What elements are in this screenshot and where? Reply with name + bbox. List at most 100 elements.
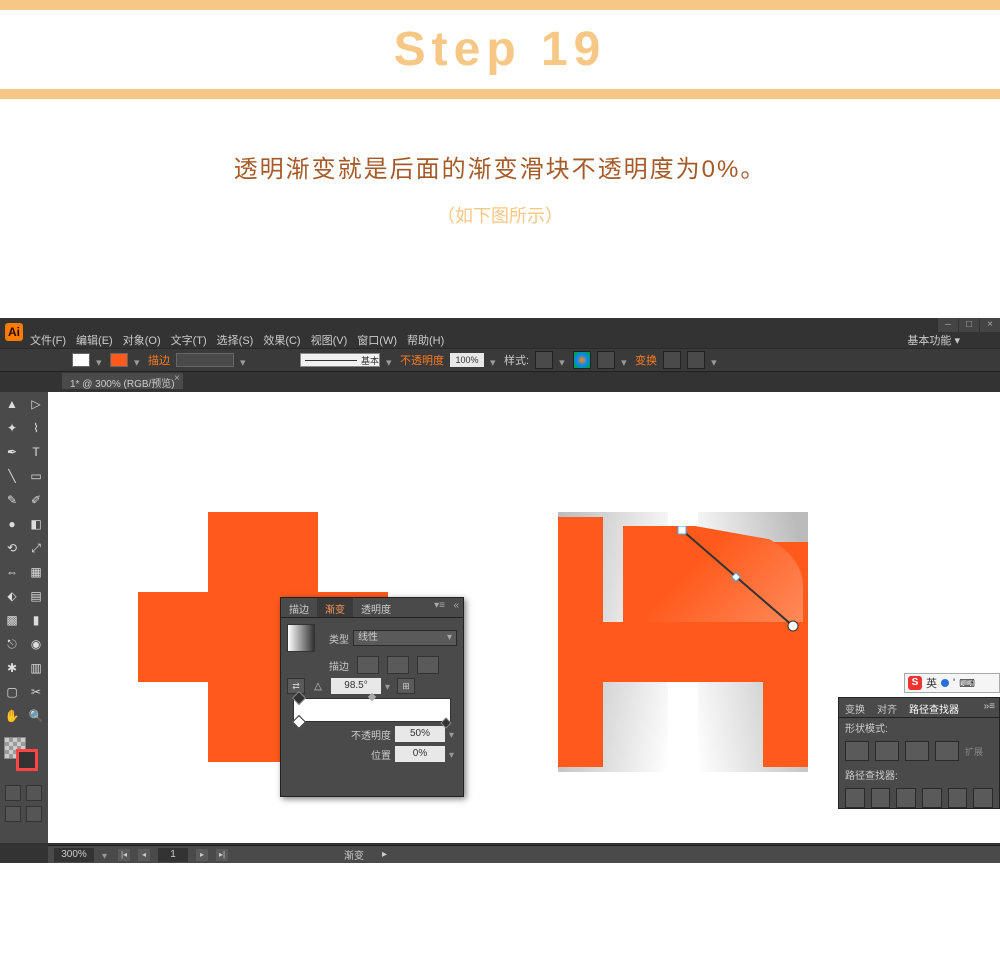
ime-keyboard-icon[interactable]: ⌨	[959, 677, 975, 690]
slice-tool[interactable]: ✂	[25, 681, 47, 703]
intersect-button[interactable]	[905, 741, 929, 761]
free-transform-tool[interactable]: ▦	[25, 561, 47, 583]
hand-tool[interactable]: ✋	[1, 705, 23, 727]
scale-tool[interactable]: ⤢	[25, 537, 47, 559]
close-button[interactable]: ×	[980, 318, 1000, 332]
stroke-indicator[interactable]	[16, 749, 38, 771]
shape-builder-tool[interactable]: ⬖	[1, 585, 23, 607]
edit-button[interactable]	[687, 351, 705, 369]
fill-stroke-indicator[interactable]	[4, 737, 44, 777]
eyedropper-tool[interactable]: ⎋	[1, 633, 23, 655]
nav-last-icon[interactable]: ▸|	[216, 849, 228, 861]
type-select[interactable]: 线性	[353, 630, 457, 646]
aspect-ratio-icon[interactable]: ⊞	[397, 678, 415, 694]
opacity-value[interactable]: 100%	[450, 353, 484, 367]
pen-tool[interactable]: ✒	[1, 441, 23, 463]
crop-button[interactable]	[922, 788, 942, 808]
type-tool[interactable]: T	[25, 441, 47, 463]
zoom-level[interactable]: 300%	[54, 848, 94, 862]
menu-view[interactable]: 视图(V)	[311, 332, 348, 346]
pf-tab-pathfinder[interactable]: 路径查找器	[903, 698, 965, 717]
brush-definition[interactable]: 基本	[300, 353, 380, 367]
stroke-swatch[interactable]	[110, 353, 128, 367]
workspace-switcher[interactable]: 基本功能 ▾	[907, 332, 960, 348]
pencil-tool[interactable]: ✐	[25, 489, 47, 511]
angle-input[interactable]: 98.5°	[331, 678, 381, 694]
transform-label[interactable]: 变换	[635, 352, 657, 368]
screen-mode-button[interactable]	[26, 806, 42, 822]
magic-wand-tool[interactable]: ✦	[1, 417, 23, 439]
canvas[interactable]: ▾≡ « 描边 渐变 透明度 类型 线性 描边	[48, 392, 1000, 843]
lasso-tool[interactable]: ⌇	[25, 417, 47, 439]
paintbrush-tool[interactable]: ✎	[1, 489, 23, 511]
fill-swatch[interactable]	[72, 353, 90, 367]
divide-button[interactable]	[845, 788, 865, 808]
maximize-button[interactable]: □	[959, 318, 979, 332]
pf-tab-transform[interactable]: 变换	[839, 698, 871, 717]
expand-button[interactable]: 扩展	[965, 745, 983, 758]
align-button[interactable]	[597, 351, 615, 369]
status-mode[interactable]: 渐变	[344, 847, 364, 862]
merge-button[interactable]	[896, 788, 916, 808]
rectangle-tool[interactable]: ▭	[25, 465, 47, 487]
document-tab[interactable]: 1* @ 300% (RGB/预览)	[62, 373, 183, 389]
artwork-3d-h-shape[interactable]	[558, 512, 818, 772]
blob-brush-tool[interactable]: ●	[1, 513, 23, 535]
minimize-button[interactable]: –	[938, 318, 958, 332]
ime-punct-icon[interactable]: '	[953, 677, 955, 689]
stroke-weight-field[interactable]	[176, 353, 234, 367]
outline-button[interactable]	[948, 788, 968, 808]
selection-tool[interactable]: ▲	[1, 393, 23, 415]
stop-opacity-input[interactable]: 50%	[395, 726, 445, 742]
ime-mode[interactable]: 英	[926, 675, 937, 691]
panel-menu-icon[interactable]: ▾≡	[434, 600, 445, 611]
menu-help[interactable]: 帮助(H)	[407, 332, 444, 346]
tab-close-icon[interactable]: ×	[174, 373, 180, 384]
menu-effect[interactable]: 效果(C)	[263, 332, 300, 346]
menu-window[interactable]: 窗口(W)	[357, 332, 397, 346]
color-mode-gradient[interactable]	[26, 785, 42, 801]
line-tool[interactable]: ╲	[1, 465, 23, 487]
tab-gradient[interactable]: 渐变	[317, 598, 353, 617]
pf-menu-icon[interactable]: »≡	[978, 698, 999, 717]
minus-back-button[interactable]	[973, 788, 993, 808]
rotate-tool[interactable]: ⟲	[1, 537, 23, 559]
ime-toolbar[interactable]: S 英 ' ⌨	[904, 673, 1000, 693]
isolate-button[interactable]	[663, 351, 681, 369]
perspective-tool[interactable]: ▤	[25, 585, 47, 607]
artboard-tool[interactable]: ▢	[1, 681, 23, 703]
nav-first-icon[interactable]: |◂	[118, 849, 130, 861]
stop-position-input[interactable]: 0%	[395, 746, 445, 762]
direct-selection-tool[interactable]: ▷	[25, 393, 47, 415]
artboard-number[interactable]: 1	[158, 848, 188, 862]
graph-tool[interactable]: ▥	[25, 657, 47, 679]
minus-front-button[interactable]	[875, 741, 899, 761]
color-mode-none[interactable]	[5, 806, 21, 822]
stroke-mode-1[interactable]	[357, 656, 379, 674]
panel-collapse-icon[interactable]: «	[453, 600, 459, 611]
gradient-tool[interactable]: ▮	[25, 609, 47, 631]
stroke-mode-3[interactable]	[417, 656, 439, 674]
reverse-gradient-icon[interactable]: ⇄	[287, 678, 305, 694]
menu-edit[interactable]: 编辑(E)	[76, 332, 113, 346]
opacity-label[interactable]: 不透明度	[400, 352, 444, 368]
unite-button[interactable]	[845, 741, 869, 761]
tab-transparency[interactable]: 透明度	[353, 598, 399, 617]
menu-file[interactable]: 文件(F)	[30, 332, 66, 346]
symbol-sprayer-tool[interactable]: ✱	[1, 657, 23, 679]
recolor-button[interactable]	[573, 351, 591, 369]
gradient-preview-swatch[interactable]	[287, 624, 315, 652]
color-mode-normal[interactable]	[5, 785, 21, 801]
style-swatch[interactable]	[535, 351, 553, 369]
zoom-tool[interactable]: 🔍	[25, 705, 47, 727]
nav-prev-icon[interactable]: ◂	[138, 849, 150, 861]
menu-object[interactable]: 对象(O)	[123, 332, 161, 346]
pathfinder-panel[interactable]: 变换 对齐 路径查找器 »≡ 形状模式: 扩展 路径查找器:	[838, 697, 1000, 809]
stroke-label[interactable]: 描边	[148, 352, 170, 368]
exclude-button[interactable]	[935, 741, 959, 761]
width-tool[interactable]: ⇔	[1, 561, 23, 583]
mesh-tool[interactable]: ▩	[1, 609, 23, 631]
eraser-tool[interactable]: ◧	[25, 513, 47, 535]
tab-stroke[interactable]: 描边	[281, 598, 317, 617]
menu-type[interactable]: 文字(T)	[171, 332, 207, 346]
